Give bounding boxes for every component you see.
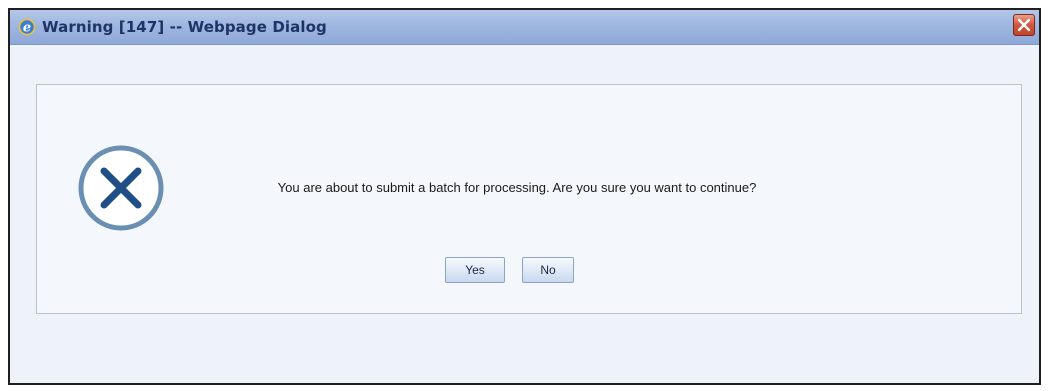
close-button[interactable] [1013,14,1035,36]
no-button[interactable]: No [522,257,574,283]
confirmation-message: You are about to submit a batch for proc… [277,180,757,195]
dialog-window: e Warning [147] -- Webpage Dialog You ar… [8,8,1041,385]
title-bar[interactable]: e Warning [147] -- Webpage Dialog [10,10,1039,45]
close-icon [1017,18,1031,32]
window-title: Warning [147] -- Webpage Dialog [42,18,327,36]
error-circle-x-icon [76,143,166,233]
internet-explorer-icon: e [18,18,36,36]
message-panel: You are about to submit a batch for proc… [36,84,1022,314]
svg-text:e: e [23,21,31,36]
yes-button[interactable]: Yes [445,257,505,283]
